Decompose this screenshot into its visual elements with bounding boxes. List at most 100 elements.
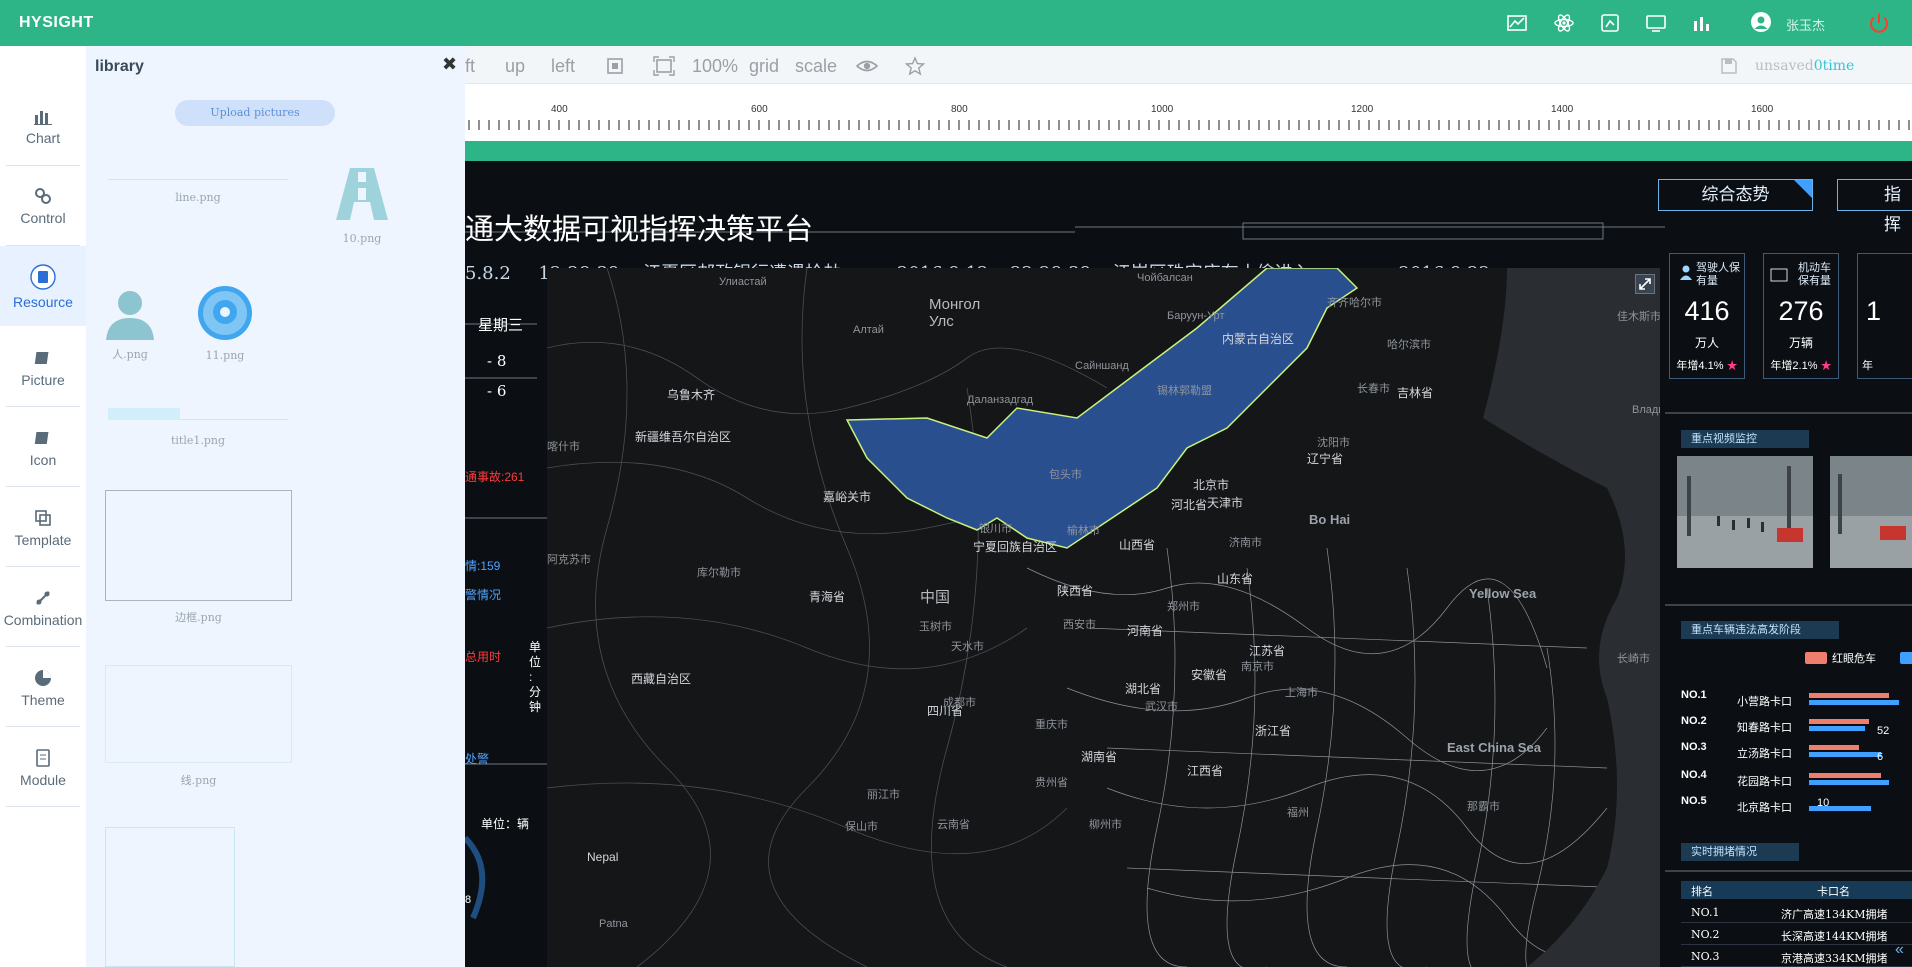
horizontal-ruler: 400 600 800 1000 1200 1400 1600 — [465, 84, 1912, 130]
line-frame-thumbnail[interactable] — [105, 665, 292, 763]
sidebar-item-label: Theme — [21, 692, 65, 708]
map-label: Nepal — [587, 850, 619, 864]
thumbnail-label: 边框.png — [175, 611, 222, 624]
map-label: 南京市 — [1241, 661, 1274, 673]
scale-toggle[interactable]: scale — [795, 56, 837, 77]
rank-bar-blue — [1809, 752, 1881, 757]
title1-thumbnail[interactable] — [108, 408, 288, 420]
monitor-icon[interactable] — [1645, 12, 1667, 34]
sidebar-item-resource[interactable]: Resource — [0, 246, 86, 326]
congestion-row[interactable]: NO.1 济广高速134KM拥堵 — [1681, 903, 1912, 923]
map-label: 云南省 — [937, 819, 970, 831]
rank-name: 知春路卡口 — [1737, 722, 1792, 734]
congestion-rank: NO.3 — [1691, 950, 1720, 963]
weekday: 星期三 — [478, 317, 524, 334]
border-frame-thumbnail[interactable] — [105, 490, 292, 601]
map-label: 锡林郭勒盟 — [1157, 385, 1212, 397]
congestion-row[interactable]: NO.3 京港高速334KM拥堵 — [1681, 947, 1912, 967]
align-left-button[interactable]: left — [551, 56, 575, 77]
sidebar-item-template[interactable]: Template — [0, 486, 86, 566]
china-map[interactable]: Монгол Улс 内蒙古自治区 新疆维吾尔自治区 乌鲁木齐 嘉峪关市 青海省… — [547, 268, 1660, 967]
situation-label: 警情况 — [465, 588, 502, 602]
map-label: 新疆维吾尔自治区 — [635, 430, 732, 444]
thumbnail-label: line.png — [175, 191, 221, 204]
right-stats-panel: 驾驶人保有量 416 万人 年增4.1% ★ 机动车保有量 276 万辆 年增2… — [1665, 181, 1912, 967]
map-label: 天津市 — [1207, 496, 1244, 510]
brand-logo[interactable]: HYSIGHT — [19, 14, 94, 32]
ruler-label: 1200 — [1351, 104, 1374, 115]
save-icon[interactable] — [1720, 57, 1740, 77]
map-label: 济南市 — [1229, 537, 1262, 549]
map-label: 内蒙古自治区 — [1222, 332, 1295, 346]
map-label: 包头市 — [1049, 469, 1082, 481]
map-label: 青海省 — [809, 590, 846, 604]
road-thumbnail[interactable] — [332, 166, 392, 222]
dashboard-title: 通大数据可视指挥决策平台 — [465, 212, 814, 246]
map-layer — [547, 268, 1660, 967]
video-feed-2[interactable] — [1830, 456, 1912, 568]
map-label: Чойбалсан — [1137, 272, 1193, 284]
rank-bar-blue — [1809, 780, 1889, 785]
grid-toggle[interactable]: grid — [749, 56, 779, 77]
expand-map-icon[interactable] — [1635, 274, 1655, 294]
congestion-header: 排名 卡口名 — [1681, 881, 1912, 899]
map-label: 西安市 — [1063, 619, 1096, 631]
sidebar-item-icon[interactable]: Icon — [0, 406, 86, 486]
map-label: 北京市 — [1193, 478, 1230, 492]
username[interactable]: 张玉杰 — [1786, 15, 1825, 34]
fullscreen-icon[interactable] — [653, 56, 675, 76]
avatar-icon[interactable] — [1750, 11, 1772, 33]
upload-pictures-button[interactable]: Upload pictures — [175, 100, 335, 126]
frame-thumbnail[interactable] — [105, 827, 235, 967]
map-label: 上海市 — [1285, 687, 1318, 699]
map-label: Bo Hai — [1309, 512, 1351, 527]
person-thumbnail[interactable] — [102, 286, 158, 342]
collapse-icon[interactable]: « — [1895, 941, 1904, 959]
map-label: 阿克苏市 — [547, 554, 591, 566]
map-label: 郑州市 — [1167, 601, 1200, 613]
map-label: 福州 — [1287, 807, 1309, 819]
image-chart-icon[interactable] — [1506, 12, 1528, 34]
align-up-button[interactable]: up — [505, 56, 525, 77]
map-label: 那霸市 — [1467, 801, 1500, 813]
map-label: 河北省 — [1171, 498, 1208, 512]
sidebar-item-label: Combination — [3, 612, 83, 628]
close-icon[interactable]: ✖ — [442, 54, 457, 75]
map-label: 保山市 — [845, 821, 878, 833]
congestion-row[interactable]: NO.2 长深高速144KM拥堵 — [1681, 925, 1912, 945]
sidebar-item-module[interactable]: Module — [0, 726, 86, 806]
sidebar-item-theme[interactable]: Theme — [0, 646, 86, 726]
map-label: 湖南省 — [1081, 750, 1118, 764]
rank-number: NO.3 — [1681, 741, 1707, 753]
sidebar-item-combination[interactable]: Combination — [0, 566, 86, 646]
rank-number: NO.5 — [1681, 795, 1707, 807]
sidebar-item-chart[interactable]: Chart — [0, 84, 86, 164]
map-label: 山东省 — [1217, 572, 1254, 586]
map-label: Даланзадгад — [967, 394, 1034, 406]
thumbnail-label: 10.png — [342, 232, 382, 245]
rank-bar-red — [1809, 773, 1881, 778]
fit-screen-icon[interactable] — [605, 56, 625, 76]
atom-icon[interactable] — [1553, 12, 1575, 34]
line-thumbnail[interactable] — [108, 179, 288, 180]
video-feed-1[interactable] — [1677, 456, 1813, 568]
save-status: unsaved0time — [1755, 58, 1855, 74]
map-label: 贵州省 — [1035, 777, 1068, 789]
sidebar-item-picture[interactable]: Picture — [0, 326, 86, 406]
share-image-icon[interactable] — [1599, 12, 1621, 34]
eye-icon[interactable] — [855, 56, 879, 76]
sidebar-item-control[interactable]: Control — [0, 164, 86, 244]
map-label: Patna — [599, 918, 628, 930]
star-icon[interactable] — [904, 56, 926, 76]
design-canvas[interactable]: 通大数据可视指挥决策平台 综合态势 指挥 5.8.2 12:28:39 江夏区邮… — [465, 141, 1912, 967]
map-label: 哈尔滨市 — [1387, 339, 1431, 351]
camera-thumbnail[interactable] — [196, 284, 254, 342]
power-icon[interactable] — [1868, 12, 1890, 34]
bar-chart-top-icon[interactable] — [1691, 12, 1713, 34]
thumbnail-label: 线.png — [180, 774, 217, 787]
toolbar-item[interactable]: ft — [465, 56, 475, 77]
zoom-level[interactable]: 100% — [692, 56, 738, 77]
picture-book-icon — [33, 348, 53, 368]
map-label: 浙江省 — [1255, 724, 1292, 738]
ruler-label: 1600 — [1751, 104, 1774, 115]
